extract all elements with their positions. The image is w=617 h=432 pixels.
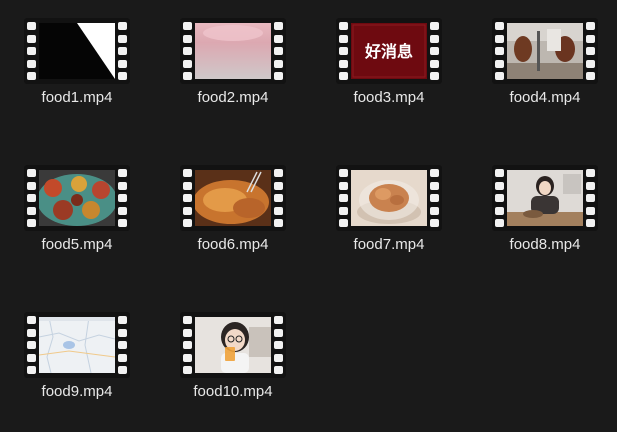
file-item-food5[interactable]: food5.mp4 bbox=[12, 165, 142, 285]
film-sprockets-right bbox=[274, 169, 283, 227]
video-thumbnail bbox=[180, 312, 286, 378]
file-item-food4[interactable]: food4.mp4 bbox=[480, 18, 610, 138]
video-thumbnail bbox=[24, 18, 130, 84]
film-sprockets-left bbox=[339, 169, 348, 227]
film-sprockets-left bbox=[495, 22, 504, 80]
thumbnail-frame bbox=[351, 170, 427, 226]
film-sprockets-right bbox=[274, 22, 283, 80]
file-item-food6[interactable]: food6.mp4 bbox=[168, 165, 298, 285]
film-sprockets-left bbox=[27, 169, 36, 227]
file-item-food2[interactable]: food2.mp4 bbox=[168, 18, 298, 138]
video-thumbnail bbox=[336, 165, 442, 231]
film-sprockets-left bbox=[495, 169, 504, 227]
file-item-food8[interactable]: food8.mp4 bbox=[480, 165, 610, 285]
thumbnail-frame bbox=[39, 317, 115, 373]
film-sprockets-left bbox=[183, 169, 192, 227]
file-item-food9[interactable]: food9.mp4 bbox=[12, 312, 142, 432]
thumbnail-frame bbox=[507, 23, 583, 79]
video-thumbnail bbox=[492, 18, 598, 84]
file-name-label: food7.mp4 bbox=[353, 236, 425, 253]
film-sprockets-right bbox=[586, 22, 595, 80]
film-sprockets-left bbox=[27, 316, 36, 374]
film-sprockets-right bbox=[586, 169, 595, 227]
thumbnail-frame: 好消息 bbox=[351, 23, 427, 79]
file-name-label: food5.mp4 bbox=[41, 236, 113, 253]
film-sprockets-left bbox=[183, 22, 192, 80]
film-sprockets-left bbox=[339, 22, 348, 80]
thumbnail-title-text: 好消息 bbox=[364, 42, 413, 61]
thumbnail-frame bbox=[39, 170, 115, 226]
video-thumbnail bbox=[180, 18, 286, 84]
file-item-food7[interactable]: food7.mp4 bbox=[324, 165, 454, 285]
file-name-label: food2.mp4 bbox=[197, 89, 269, 106]
video-thumbnail: 好消息 bbox=[336, 18, 442, 84]
file-grid: food1.mp4 food2.mp4 好消息 food3.mp4 food4.… bbox=[0, 0, 617, 407]
thumbnail-frame bbox=[507, 170, 583, 226]
file-name-label: food9.mp4 bbox=[41, 383, 113, 400]
film-sprockets-right bbox=[430, 22, 439, 80]
file-item-food3[interactable]: 好消息 food3.mp4 bbox=[324, 18, 454, 138]
thumbnail-frame bbox=[195, 23, 271, 79]
thumbnail-frame bbox=[195, 317, 271, 373]
file-name-label: food1.mp4 bbox=[41, 89, 113, 106]
video-thumbnail bbox=[24, 165, 130, 231]
file-name-label: food8.mp4 bbox=[509, 236, 581, 253]
video-thumbnail bbox=[180, 165, 286, 231]
file-name-label: food3.mp4 bbox=[353, 89, 425, 106]
file-item-food10[interactable]: food10.mp4 bbox=[168, 312, 298, 432]
file-item-food1[interactable]: food1.mp4 bbox=[12, 18, 142, 138]
video-thumbnail bbox=[492, 165, 598, 231]
file-name-label: food10.mp4 bbox=[193, 383, 273, 400]
film-sprockets-left bbox=[27, 22, 36, 80]
film-sprockets-right bbox=[118, 169, 127, 227]
video-thumbnail bbox=[24, 312, 130, 378]
file-name-label: food6.mp4 bbox=[197, 236, 269, 253]
film-sprockets-right bbox=[118, 316, 127, 374]
thumbnail-frame bbox=[195, 170, 271, 226]
thumbnail-frame bbox=[39, 23, 115, 79]
film-sprockets-right bbox=[430, 169, 439, 227]
file-name-label: food4.mp4 bbox=[509, 89, 581, 106]
film-sprockets-right bbox=[274, 316, 283, 374]
film-sprockets-right bbox=[118, 22, 127, 80]
film-sprockets-left bbox=[183, 316, 192, 374]
